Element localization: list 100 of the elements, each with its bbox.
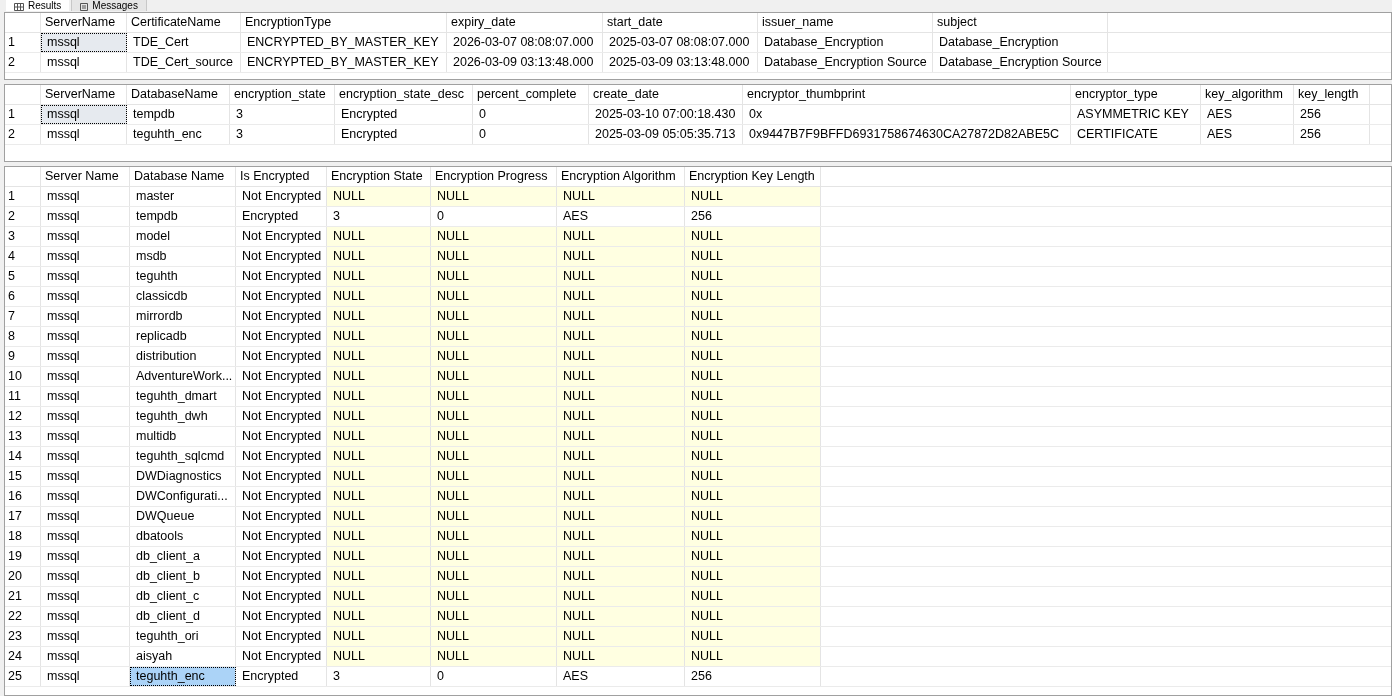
table-cell[interactable]: NULL bbox=[431, 467, 557, 486]
table-cell[interactable]: NULL bbox=[557, 307, 685, 326]
table-cell[interactable]: mssql bbox=[41, 33, 127, 52]
table-cell[interactable]: NULL bbox=[431, 327, 557, 346]
column-header[interactable]: key_length bbox=[1294, 85, 1370, 104]
table-cell[interactable]: NULL bbox=[431, 587, 557, 606]
table-cell[interactable]: NULL bbox=[685, 387, 821, 406]
table-cell[interactable]: NULL bbox=[685, 187, 821, 206]
column-header[interactable]: start_date bbox=[603, 13, 758, 32]
table-cell[interactable]: NULL bbox=[557, 627, 685, 646]
table-cell[interactable]: NULL bbox=[557, 607, 685, 626]
table-cell[interactable]: NULL bbox=[431, 567, 557, 586]
column-header[interactable]: CertificateName bbox=[127, 13, 241, 32]
table-cell[interactable]: NULL bbox=[431, 627, 557, 646]
table-cell[interactable]: NULL bbox=[327, 567, 431, 586]
table-cell[interactable]: NULL bbox=[557, 367, 685, 386]
table-cell[interactable]: NULL bbox=[685, 227, 821, 246]
table-cell[interactable]: NULL bbox=[685, 407, 821, 426]
table-cell[interactable]: NULL bbox=[431, 527, 557, 546]
table-cell[interactable]: NULL bbox=[327, 467, 431, 486]
table-cell[interactable]: NULL bbox=[557, 427, 685, 446]
table-cell[interactable]: teguhth_enc bbox=[130, 667, 236, 686]
table-cell[interactable]: NULL bbox=[327, 507, 431, 526]
table-cell[interactable]: NULL bbox=[431, 387, 557, 406]
table-cell[interactable]: NULL bbox=[431, 427, 557, 446]
table-cell[interactable]: NULL bbox=[557, 227, 685, 246]
table-cell[interactable]: NULL bbox=[327, 187, 431, 206]
column-header[interactable]: encryption_state_desc bbox=[335, 85, 473, 104]
table-cell[interactable]: NULL bbox=[557, 247, 685, 266]
table-cell[interactable]: NULL bbox=[431, 507, 557, 526]
table-cell[interactable]: NULL bbox=[557, 327, 685, 346]
column-header[interactable]: DatabaseName bbox=[127, 85, 230, 104]
table-cell[interactable]: NULL bbox=[557, 527, 685, 546]
table-cell[interactable]: NULL bbox=[327, 307, 431, 326]
table-cell[interactable]: NULL bbox=[685, 647, 821, 666]
table-cell[interactable]: NULL bbox=[327, 487, 431, 506]
table-cell[interactable]: NULL bbox=[685, 587, 821, 606]
table-cell[interactable]: NULL bbox=[327, 247, 431, 266]
table-cell[interactable]: NULL bbox=[327, 347, 431, 366]
table-cell[interactable]: NULL bbox=[431, 647, 557, 666]
table-cell[interactable]: NULL bbox=[431, 187, 557, 206]
table-cell[interactable]: NULL bbox=[327, 287, 431, 306]
table-cell[interactable]: NULL bbox=[327, 447, 431, 466]
table-cell[interactable]: NULL bbox=[685, 567, 821, 586]
table-cell[interactable]: NULL bbox=[557, 447, 685, 466]
table-cell[interactable]: NULL bbox=[431, 407, 557, 426]
table-cell[interactable]: NULL bbox=[327, 427, 431, 446]
column-header[interactable]: Is Encrypted bbox=[236, 167, 327, 186]
column-header[interactable]: ServerName bbox=[41, 13, 127, 32]
table-cell[interactable]: NULL bbox=[327, 327, 431, 346]
table-cell[interactable]: NULL bbox=[327, 387, 431, 406]
table-cell[interactable]: NULL bbox=[685, 247, 821, 266]
table-cell[interactable]: NULL bbox=[557, 387, 685, 406]
column-header[interactable]: encryption_state bbox=[230, 85, 335, 104]
result-tab[interactable]: Results bbox=[6, 0, 70, 11]
table-cell[interactable]: NULL bbox=[557, 287, 685, 306]
table-cell[interactable]: NULL bbox=[431, 547, 557, 566]
table-cell[interactable]: NULL bbox=[685, 487, 821, 506]
table-cell[interactable]: NULL bbox=[557, 487, 685, 506]
table-cell[interactable]: NULL bbox=[685, 367, 821, 386]
table-cell[interactable]: NULL bbox=[685, 307, 821, 326]
table-cell[interactable]: NULL bbox=[431, 607, 557, 626]
table-cell[interactable]: NULL bbox=[685, 467, 821, 486]
column-header[interactable]: EncryptionType bbox=[241, 13, 447, 32]
table-cell[interactable]: NULL bbox=[327, 407, 431, 426]
column-header[interactable]: create_date bbox=[589, 85, 743, 104]
table-cell[interactable]: NULL bbox=[685, 287, 821, 306]
table-cell[interactable]: NULL bbox=[557, 267, 685, 286]
table-cell[interactable]: NULL bbox=[557, 647, 685, 666]
column-header[interactable]: encryptor_thumbprint bbox=[743, 85, 1071, 104]
column-header[interactable]: issuer_name bbox=[758, 13, 933, 32]
column-header[interactable]: Database Name bbox=[130, 167, 236, 186]
table-cell[interactable]: NULL bbox=[685, 427, 821, 446]
table-cell[interactable]: NULL bbox=[431, 447, 557, 466]
table-cell[interactable]: NULL bbox=[327, 227, 431, 246]
column-header[interactable]: Encryption State bbox=[327, 167, 431, 186]
column-header[interactable]: encryptor_type bbox=[1071, 85, 1201, 104]
column-header[interactable]: Encryption Progress bbox=[431, 167, 557, 186]
table-cell[interactable]: NULL bbox=[685, 447, 821, 466]
table-cell[interactable]: NULL bbox=[557, 407, 685, 426]
table-cell[interactable]: NULL bbox=[431, 247, 557, 266]
table-cell[interactable]: NULL bbox=[557, 547, 685, 566]
column-header[interactable]: Encryption Algorithm bbox=[557, 167, 685, 186]
table-cell[interactable]: NULL bbox=[557, 587, 685, 606]
result-tab[interactable]: Messages bbox=[71, 0, 147, 11]
table-cell[interactable]: NULL bbox=[431, 367, 557, 386]
column-header[interactable]: ServerName bbox=[41, 85, 127, 104]
table-cell[interactable]: NULL bbox=[327, 547, 431, 566]
table-cell[interactable]: NULL bbox=[685, 547, 821, 566]
table-cell[interactable]: NULL bbox=[685, 627, 821, 646]
table-cell[interactable]: NULL bbox=[557, 187, 685, 206]
table-cell[interactable]: NULL bbox=[557, 347, 685, 366]
table-cell[interactable]: NULL bbox=[327, 627, 431, 646]
column-header[interactable]: key_algorithm bbox=[1201, 85, 1294, 104]
table-cell[interactable]: NULL bbox=[685, 507, 821, 526]
table-cell[interactable]: NULL bbox=[327, 647, 431, 666]
table-cell[interactable]: NULL bbox=[431, 287, 557, 306]
table-cell[interactable]: NULL bbox=[557, 467, 685, 486]
column-header[interactable]: subject bbox=[933, 13, 1108, 32]
table-cell[interactable]: NULL bbox=[431, 307, 557, 326]
